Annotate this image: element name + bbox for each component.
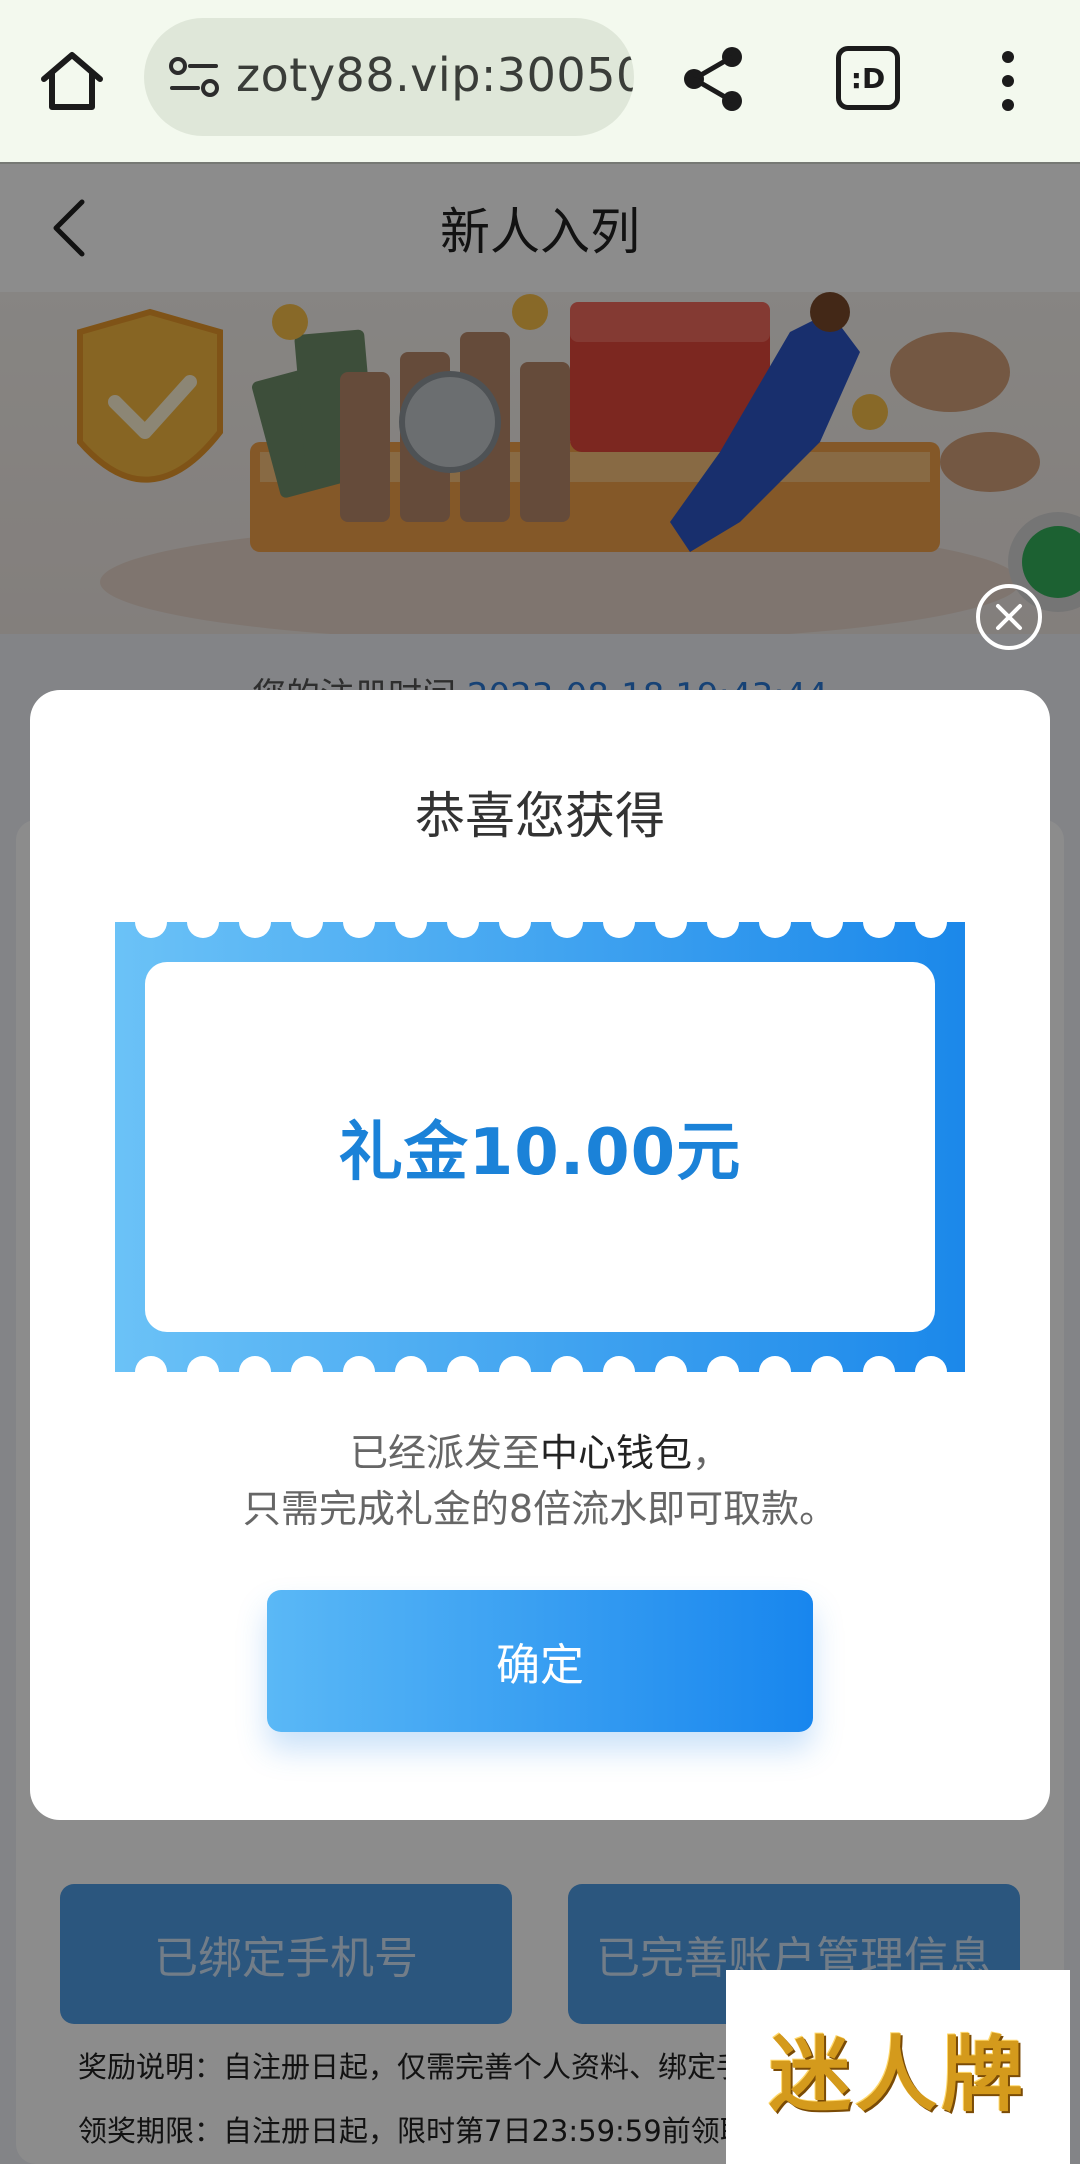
browser-toolbar: zoty88.vip:30050 :D xyxy=(0,0,1080,164)
reward-amount: 礼金10.00元 xyxy=(338,1116,742,1190)
address-bar[interactable]: zoty88.vip:30050 xyxy=(144,18,634,136)
home-icon[interactable] xyxy=(36,45,108,117)
share-icon[interactable] xyxy=(680,43,748,115)
ticket-body: 礼金10.00元 xyxy=(145,962,935,1332)
close-icon[interactable] xyxy=(976,584,1042,650)
reward-dialog: 恭喜您获得 礼金10.00元 已经派发至中心钱包， 只需完成礼金的8倍流水即可取… xyxy=(30,690,1050,1820)
dispatch-suffix: ， xyxy=(692,1431,731,1475)
tab-switcher-button[interactable]: :D xyxy=(836,46,900,110)
site-settings-icon[interactable] xyxy=(168,54,220,100)
confirm-button[interactable]: 确定 xyxy=(267,1590,813,1732)
more-menu-icon[interactable] xyxy=(990,45,1026,117)
dispatch-prefix: 已经派发至 xyxy=(349,1431,540,1475)
watermark-text: 迷人牌 xyxy=(768,2026,1027,2123)
withdraw-condition: 只需完成礼金的8倍流水即可取款。 xyxy=(242,1487,838,1531)
dialog-title: 恭喜您获得 xyxy=(415,787,665,845)
dispatch-message: 已经派发至中心钱包， xyxy=(30,1422,1050,1477)
wallet-name: 中心钱包 xyxy=(539,1431,692,1475)
reward-ticket: 礼金10.00元 xyxy=(115,922,965,1372)
watermark-logo: 迷人牌 xyxy=(726,1970,1070,2164)
url-text[interactable]: zoty88.vip:30050 xyxy=(236,48,634,102)
